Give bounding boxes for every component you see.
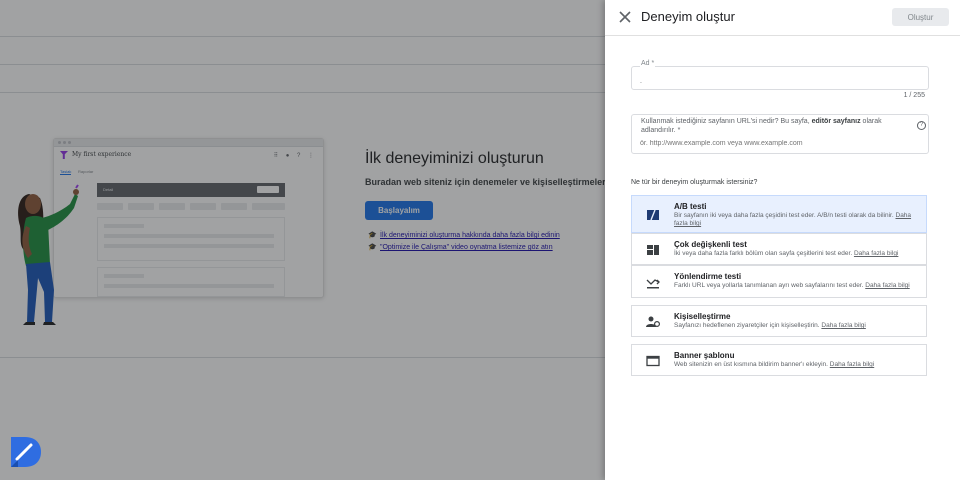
option-description: İki veya daha fazla farklı bölüm olan sa…: [674, 250, 922, 258]
option-ab-test[interactable]: A/B testi Bir sayfanın iki veya daha faz…: [631, 195, 927, 233]
option-multivariate-test[interactable]: Çok değişkenli test İki veya daha fazla …: [631, 233, 927, 265]
option-description-text: Web sitenizin en üst kısmına bildirim ba…: [674, 361, 828, 368]
drawer-title: Deneyim oluştur: [641, 9, 735, 24]
option-description: Farklı URL veya yollarla tanımlanan ayrı…: [674, 282, 922, 290]
option-description-text: Bir sayfanın iki veya daha fazla çeşidin…: [674, 212, 894, 219]
learn-more-link[interactable]: Daha fazla bilgi: [821, 322, 865, 329]
option-description-text: İki veya daha fazla farklı bölüm olan sa…: [674, 250, 853, 257]
url-field-label: Kullanmak istediğiniz sayfanın URL'si ne…: [641, 117, 897, 135]
option-banner-template[interactable]: Banner şablonu Web sitenizin en üst kısm…: [631, 344, 927, 376]
brand-logo-icon: [11, 437, 41, 467]
option-title: Yönlendirme testi: [674, 272, 742, 281]
option-title: A/B testi: [674, 202, 707, 211]
personalization-icon: [646, 316, 660, 327]
name-input[interactable]: [640, 76, 920, 86]
option-personalization[interactable]: Kişiselleştirme Sayfanızı hedeflenen ziy…: [631, 305, 927, 337]
option-description-text: Sayfanızı hedeflenen ziyaretçiler için k…: [674, 322, 820, 329]
option-description-text: Farklı URL veya yollarla tanımlanan ayrı…: [674, 282, 864, 289]
multivariate-icon: [647, 245, 659, 255]
create-button[interactable]: Oluştur: [892, 8, 949, 26]
name-character-counter: 1 / 255: [903, 92, 925, 99]
experience-type-question: Ne tür bir deneyim oluşturmak istersiniz…: [631, 179, 758, 186]
redirect-icon: [646, 279, 660, 289]
learn-more-link[interactable]: Daha fazla bilgi: [830, 361, 874, 368]
help-icon[interactable]: ?: [917, 121, 926, 130]
create-experience-drawer: Deneyim oluştur Oluştur Ad * 1 / 255 Kul…: [605, 0, 960, 480]
option-title: Çok değişkenli test: [674, 240, 747, 249]
option-description: Sayfanızı hedeflenen ziyaretçiler için k…: [674, 322, 922, 330]
name-field-label: Ad *: [640, 60, 656, 67]
url-label-part1: Kullanmak istediğiniz sayfanın URL'si ne…: [641, 118, 812, 125]
learn-more-link[interactable]: Daha fazla bilgi: [854, 250, 898, 257]
option-description: Bir sayfanın iki veya daha fazla çeşidin…: [674, 212, 922, 228]
ab-test-icon: [647, 209, 659, 221]
option-redirect-test[interactable]: Yönlendirme testi Farklı URL veya yollar…: [631, 265, 927, 298]
banner-icon: [646, 355, 660, 367]
option-title: Kişiselleştirme: [674, 312, 731, 321]
drawer-header: Deneyim oluştur Oluştur: [605, 0, 960, 36]
close-icon[interactable]: [617, 9, 633, 25]
url-label-bold: editör sayfanız: [811, 118, 861, 125]
option-description: Web sitenizin en üst kısmına bildirim ba…: [674, 361, 922, 369]
option-title: Banner şablonu: [674, 351, 735, 360]
name-field[interactable]: [631, 66, 929, 90]
learn-more-link[interactable]: Daha fazla bilgi: [865, 282, 909, 289]
url-input[interactable]: [640, 138, 920, 148]
